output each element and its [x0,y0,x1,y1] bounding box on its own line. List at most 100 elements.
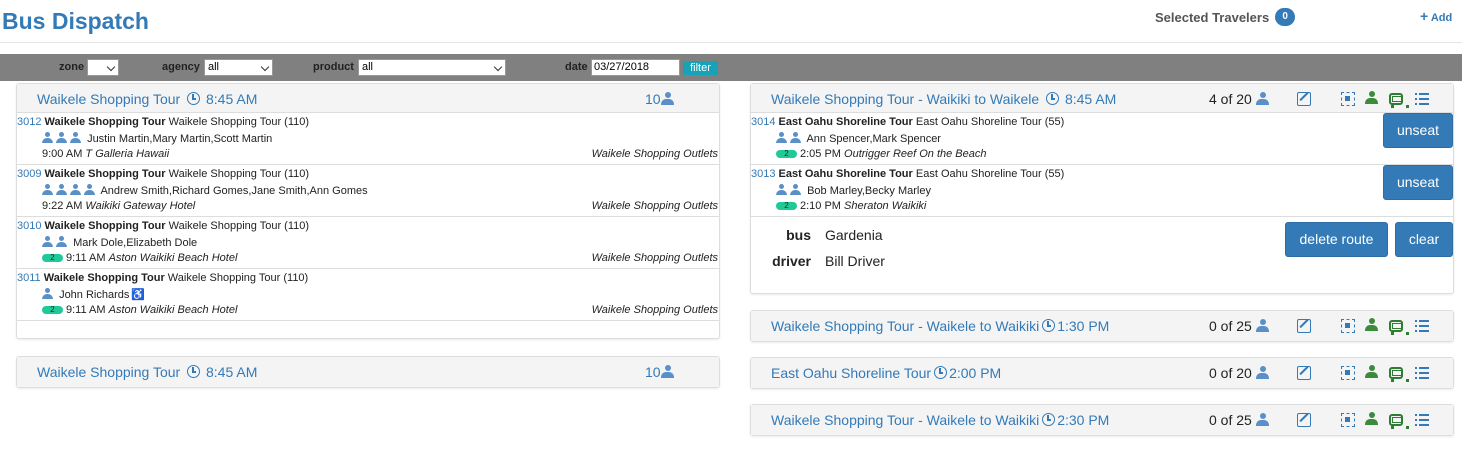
route-panel-header[interactable]: Waikele Shopping Tour - Waikiki to Waike… [751,84,1453,113]
booking-row[interactable]: 3009 Waikele Shopping Tour Waikele Shopp… [17,165,719,217]
product-label: product [313,61,354,73]
tour-time: 8:45 AM [205,91,258,107]
booking-product-detail: East Oahu Shoreline Tour (55) [915,116,1065,128]
unseat-button[interactable]: unseat [1383,113,1453,148]
driver-icon[interactable] [1365,318,1379,332]
agency-value: all [208,61,220,73]
booking-row[interactable]: 3012 Waikele Shopping Tour Waikele Shopp… [17,113,719,165]
edit-icon[interactable] [1297,92,1311,106]
clock-icon [934,366,948,379]
booking-row[interactable]: 3010 Waikele Shopping Tour Waikele Shopp… [17,217,719,269]
person-icon [660,365,674,378]
product-select[interactable]: all [358,59,506,76]
edit-icon[interactable] [1297,319,1311,333]
route-capacity: 0 of 20 [1209,365,1272,381]
booking-pickup: 2 9:11 AM Aston Waikiki Beach Hotel [42,304,237,316]
selected-travelers-count: 0 [1275,8,1296,26]
list-icon[interactable] [1415,92,1429,106]
route-panel[interactable]: Waikele Shopping Tour - Waikele to Waiki… [750,310,1454,342]
traveler-names: Mark Dole,Elizabeth Dole [73,237,198,249]
tour-panel-header[interactable]: Waikele Shopping Tour 8:45 AM 10 [17,84,719,113]
route-panel-title[interactable]: Waikele Shopping Tour - Waikele to Waiki… [771,412,1109,428]
bus-icon[interactable] [1389,414,1409,429]
delete-route-button[interactable]: delete route [1285,222,1388,257]
seated-booking-row[interactable]: 3014 East Oahu Shoreline Tour East Oahu … [751,113,1453,165]
tour-panel-title[interactable]: Waikele Shopping Tour 8:45 AM [37,91,257,107]
edit-icon[interactable] [1297,366,1311,380]
seated-booking-row[interactable]: 3013 East Oahu Shoreline Tour East Oahu … [751,165,1453,217]
seat-select-icon[interactable] [1341,319,1355,333]
route-panel[interactable]: Waikele Shopping Tour - Waikele to Waiki… [750,404,1454,436]
seat-select-icon[interactable] [1341,413,1355,427]
route-panel-header[interactable]: East Oahu Shoreline Tour 2:00 PM 0 of 20 [751,358,1453,388]
route-panel-header[interactable]: Waikele Shopping Tour - Waikele to Waiki… [751,311,1453,341]
booking-id[interactable]: 3009 [17,168,41,180]
booking-travelers: Andrew Smith,Richard Gomes,Jane Smith,An… [42,184,368,197]
booking-pickup: 2 2:05 PM Outrigger Reef On the Beach [776,148,987,160]
seat-select-icon[interactable] [1341,92,1355,106]
booking-id[interactable]: 3013 [751,168,775,180]
booking-id[interactable]: 3010 [17,220,41,232]
list-icon[interactable] [1415,413,1429,427]
person-icon [42,184,53,195]
route-panel-title[interactable]: Waikele Shopping Tour - Waikiki to Waike… [771,91,1116,107]
bus-icon[interactable] [1389,320,1409,335]
traveler-count: 10 [645,91,677,107]
zone-select[interactable] [87,59,119,76]
booking-id[interactable]: 3011 [17,272,41,284]
booking-pickup: 9:22 AM Waikiki Gateway Hotel [42,200,195,212]
bus-icon[interactable] [1389,367,1409,382]
booking-title: 3014 East Oahu Shoreline Tour East Oahu … [751,116,1064,128]
booking-product-detail: Waikele Shopping Tour (110) [168,116,310,128]
pickup-time: 9:22 AM [42,200,83,212]
filter-button[interactable]: filter [683,61,718,75]
destination: Waikele Shopping Outlets [591,304,718,316]
driver-icon[interactable] [1365,91,1379,105]
pickup-time: 2:10 PM [800,200,841,212]
add-button[interactable]: + Add [1420,8,1452,24]
bus-icon[interactable] [1389,93,1409,108]
destination: Waikele Shopping Outlets [591,148,718,160]
person-icon [70,184,81,195]
date-input[interactable]: 03/27/2018 [591,59,680,76]
list-icon[interactable] [1415,319,1429,333]
booking-product: East Oahu Shoreline Tour [778,116,913,128]
clear-button[interactable]: clear [1395,222,1453,257]
booking-row[interactable]: 3011 Waikele Shopping Tour Waikele Shopp… [17,269,719,321]
list-icon[interactable] [1415,366,1429,380]
seat-select-icon[interactable] [1341,366,1355,380]
edit-icon[interactable] [1297,413,1311,427]
booking-product-detail: Waikele Shopping Tour (110) [167,272,309,284]
booking-title: 3009 Waikele Shopping Tour Waikele Shopp… [17,168,309,180]
person-icon [42,236,53,247]
traveler-names: John Richards [59,289,130,301]
clock-icon [1046,92,1060,105]
pickup-time: 9:11 AM [66,304,106,316]
pickup-time: 9:00 AM [42,148,83,160]
driver-icon[interactable] [1365,365,1379,379]
unseat-button[interactable]: unseat [1383,165,1453,200]
tour-panel-header[interactable]: Waikele Shopping Tour 8:45 AM 10 [17,357,719,387]
chevron-down-icon [106,62,116,72]
selected-travelers[interactable]: Selected Travelers 0 [1155,8,1296,26]
person-icon [1255,92,1269,105]
driver-row: driver Bill Driver [745,253,885,269]
booking-id[interactable]: 3014 [751,116,775,128]
wheelchair-icon: ♿ [131,289,146,301]
tour-panel-title[interactable]: Waikele Shopping Tour 8:45 AM [37,364,257,380]
route-panel-header[interactable]: Waikele Shopping Tour - Waikele to Waiki… [751,405,1453,435]
pickup-location: T Galleria Hawaii [85,148,170,160]
driver-icon[interactable] [1365,412,1379,426]
route-panel-title[interactable]: Waikele Shopping Tour - Waikele to Waiki… [771,318,1109,334]
booking-product-detail: East Oahu Shoreline Tour (55) [915,168,1065,180]
pickup-location: Waikiki Gateway Hotel [85,200,196,212]
agency-select[interactable]: all [204,59,273,76]
pickup-time: 9:11 AM [66,252,106,264]
tour-panel[interactable]: Waikele Shopping Tour 8:45 AM 10 [16,356,720,388]
pickup-time: 2:05 PM [800,148,841,160]
booking-id[interactable]: 3012 [17,116,41,128]
booking-product: Waikele Shopping Tour [44,220,166,232]
route-panel-title[interactable]: East Oahu Shoreline Tour 2:00 PM [771,365,1001,381]
person-icon [1255,366,1269,379]
route-panel[interactable]: East Oahu Shoreline Tour 2:00 PM 0 of 20 [750,357,1454,389]
